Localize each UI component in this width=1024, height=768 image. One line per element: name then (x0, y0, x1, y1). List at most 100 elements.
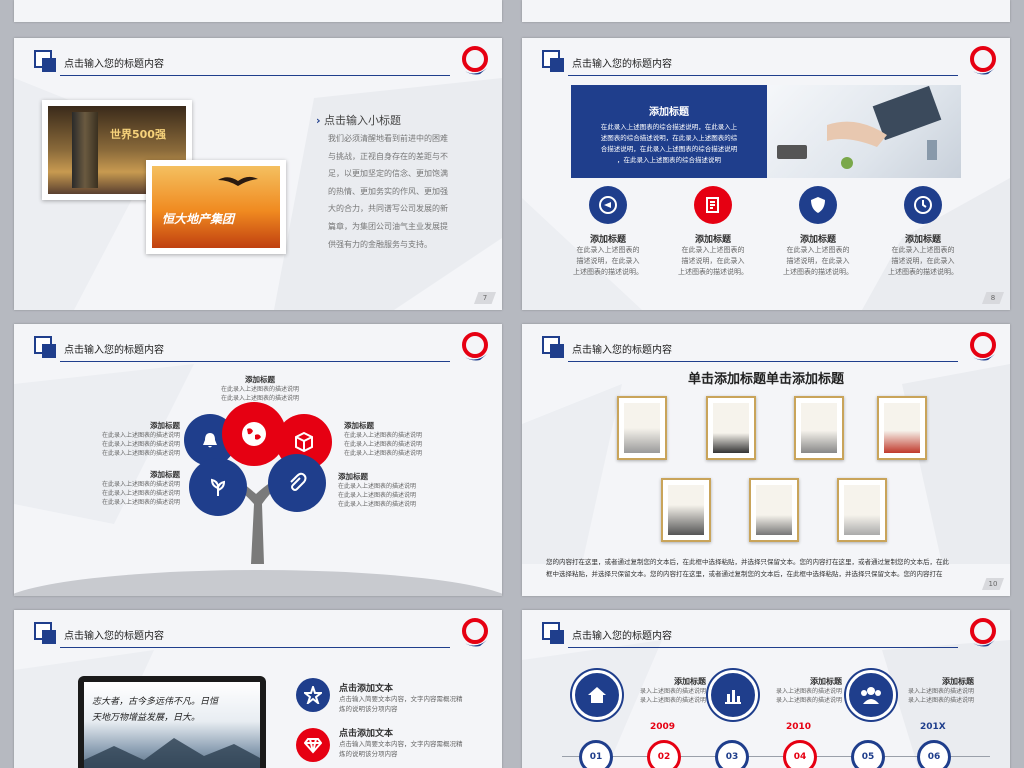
header-rule (60, 75, 450, 76)
header-rule (60, 361, 450, 362)
label-right-2: 添加标题 在此录入上述图表的描述说明 在此录入上述图表的描述说明 在此录入上述图表的… (338, 472, 417, 508)
team-icon (861, 687, 881, 704)
company-logo-icon (462, 332, 488, 361)
slide-title: 点击输入您的标题内容 (572, 345, 672, 356)
timeline-label-2: 添加标题 录入上述图表的描述说明 录入上述图表的描述说明 (775, 677, 842, 704)
feature-text-1: 添加标题 在此录入上述图表的 描述说明，在此录入 上述图表的描述说明。 (573, 235, 643, 276)
header-square-fill (42, 344, 56, 358)
body-text: 我们必须清醒地看到前进中的困难 与挑战，正视自身存在的差距与不 足，以更加坚定的… (328, 134, 448, 249)
bar-chart-icon (725, 690, 741, 704)
timeline-node-03[interactable]: 03 (715, 740, 749, 768)
timeline-node-01[interactable]: 01 (579, 740, 613, 768)
banner-panel: 添加标题 在此录入上述图表的综合描述说明，在此录入上 述图表的综合描述说明，在此… (571, 85, 767, 178)
paperclip-icon (290, 472, 307, 491)
slide-12[interactable]: 点击输入您的标题内容 添加标题 录入上述图表的描述说明 录入上述图表的描述说明 添… (522, 610, 1010, 768)
leaf-icon (210, 478, 226, 496)
painting-frame-5 (661, 478, 711, 542)
header-rule (60, 647, 450, 648)
slide-9[interactable]: 点击输入您的标题内容 添加标题 在此录入上述图表的描述说明 在此录入上述图表的描述… (14, 324, 502, 596)
timeline-label-3: 添加标题 录入上述图表的描述说明 录入上述图表的描述说明 (907, 677, 974, 704)
company-logo-icon (462, 46, 488, 75)
company-logo-icon (970, 46, 996, 75)
timeline-circle-team[interactable] (846, 670, 896, 720)
company-logo-icon (970, 332, 996, 361)
painting-frame-1 (617, 396, 667, 460)
painting-frame-4 (877, 396, 927, 460)
mountains-icon (84, 738, 260, 768)
label-left-2: 添加标题 在此录入上述图表的描述说明 在此录入上述图表的描述说明 在此录入上述图表的… (101, 470, 180, 506)
painting-frame-2 (706, 396, 756, 460)
year-label-3: 201X (920, 722, 946, 732)
chevron-right-icon: › (316, 114, 321, 127)
photo1-caption: 世界500强 (110, 128, 166, 141)
timeline-node-05[interactable]: 05 (851, 740, 885, 768)
feature-circle-3[interactable] (799, 186, 837, 224)
play-icon (599, 196, 617, 214)
slide-11[interactable]: 点击输入您的标题内容 志大者，古今多远伟不凡。日恒 天地万物增益发展，日大。 点… (14, 610, 502, 768)
item-circle-diamond[interactable] (296, 728, 330, 762)
timeline-circle-chart[interactable] (708, 670, 758, 720)
timeline-node-06[interactable]: 06 (917, 740, 951, 768)
tree-circle-leaf[interactable] (189, 458, 247, 516)
header-square-fill (550, 344, 564, 358)
slide-7[interactable]: 点击输入您的标题内容 世界500强 恒大地产集团 › 点击输入小标题 我们必须清… (14, 38, 502, 310)
cube-icon (295, 431, 313, 453)
slide-title: 点击输入您的标题内容 (64, 345, 164, 356)
header-rule (568, 75, 958, 76)
company-logo-icon (970, 618, 996, 647)
timeline-label-1: 添加标题 录入上述图表的描述说明 录入上述图表的描述说明 (639, 677, 706, 704)
header-square-fill (550, 58, 564, 72)
office-photo (767, 85, 961, 178)
globe-icon (242, 422, 266, 446)
home-icon (588, 687, 606, 703)
subtitle: › 点击输入小标题 (316, 114, 402, 127)
slide-6-partial-right[interactable] (522, 0, 1010, 22)
photo-frame-2: 恒大地产集团 (146, 160, 286, 254)
timeline-node-04[interactable]: 04 (783, 740, 817, 768)
header-square-fill (550, 630, 564, 644)
header-square-fill (42, 630, 56, 644)
company-logo-icon (462, 618, 488, 647)
feature-circle-4[interactable] (904, 186, 942, 224)
feature-text-3: 添加标题 在此录入上述图表的 描述说明，在此录入 上述图表的描述说明。 (783, 235, 853, 276)
footer-text: 您的内容打在这里，或者通过复制您的文本后，在此框中选择粘贴，并选择只保留文本。您… (546, 558, 949, 578)
item-text-2: 点击添加文本 点击输入简要文本内容，文字内容需概况精 炼的说明该分项内容 (339, 729, 463, 758)
painting-frame-6 (749, 478, 799, 542)
slide-10[interactable]: 点击输入您的标题内容 单击添加标题单击添加标题 您的内容打在这里，或者通过复制您… (522, 324, 1010, 596)
label-right-1: 添加标题 在此录入上述图表的描述说明 在此录入上述图表的描述说明 在此录入上述图表的… (344, 421, 423, 457)
slide-title: 点击输入您的标题内容 (572, 631, 672, 642)
timeline-node-02[interactable]: 02 (647, 740, 681, 768)
photo2-caption: 恒大地产集团 (162, 212, 235, 226)
tree-circle-paperclip[interactable] (268, 454, 326, 512)
feature-circle-1[interactable] (589, 186, 627, 224)
label-top: 添加标题 在此录入上述图表的描述说明 在此录入上述图表的描述说明 (220, 375, 299, 402)
year-label-2: 2010 (786, 722, 812, 732)
feature-circle-2[interactable] (694, 186, 732, 224)
item-circle-star[interactable] (296, 678, 330, 712)
star-icon (304, 686, 322, 704)
slide-title: 点击输入您的标题内容 (572, 59, 672, 70)
slide-8[interactable]: 点击输入您的标题内容 添加标题 在此录入上述图表的综合描述说明，在此录入上 述图… (522, 38, 1010, 310)
monitor-frame: 志大者，古今多远伟不凡。日恒 天地万物增益发展，日大。 (78, 676, 266, 768)
laptop-hands-icon (777, 85, 942, 169)
timeline-circle-home[interactable] (572, 670, 622, 720)
painting-frame-7 (837, 478, 887, 542)
item-text-1: 点击添加文本 点击输入简要文本内容，文字内容需概况精 炼的说明该分项内容 (339, 684, 463, 713)
label-left-1: 添加标题 在此录入上述图表的描述说明 在此录入上述图表的描述说明 在此录入上述图表的… (101, 421, 180, 457)
clock-icon (914, 196, 932, 214)
shield-icon (811, 197, 825, 213)
bell-icon (203, 433, 217, 448)
slide-title: 点击输入您的标题内容 (64, 59, 164, 70)
diamond-icon (304, 738, 322, 754)
calligraphy-text: 志大者，古今多远伟不凡。日恒 天地万物增益发展，日大。 (92, 697, 219, 723)
eagle-icon (218, 176, 258, 186)
banner-body: 在此录入上述图表的综合描述说明，在此录入上 述图表的综合描述说明，在此录入上述图… (600, 123, 738, 164)
monitor-screen: 志大者，古今多远伟不凡。日恒 天地万物增益发展，日大。 (84, 682, 260, 768)
painting-frame-3 (794, 396, 844, 460)
document-icon (706, 197, 719, 213)
year-label-1: 2009 (650, 722, 676, 732)
header-rule (568, 361, 958, 362)
feature-text-2: 添加标题 在此录入上述图表的 描述说明，在此录入 上述图表的描述说明。 (678, 235, 748, 276)
feature-text-4: 添加标题 在此录入上述图表的 描述说明，在此录入 上述图表的描述说明。 (888, 235, 958, 276)
slide-6-partial-left[interactable] (14, 0, 502, 22)
